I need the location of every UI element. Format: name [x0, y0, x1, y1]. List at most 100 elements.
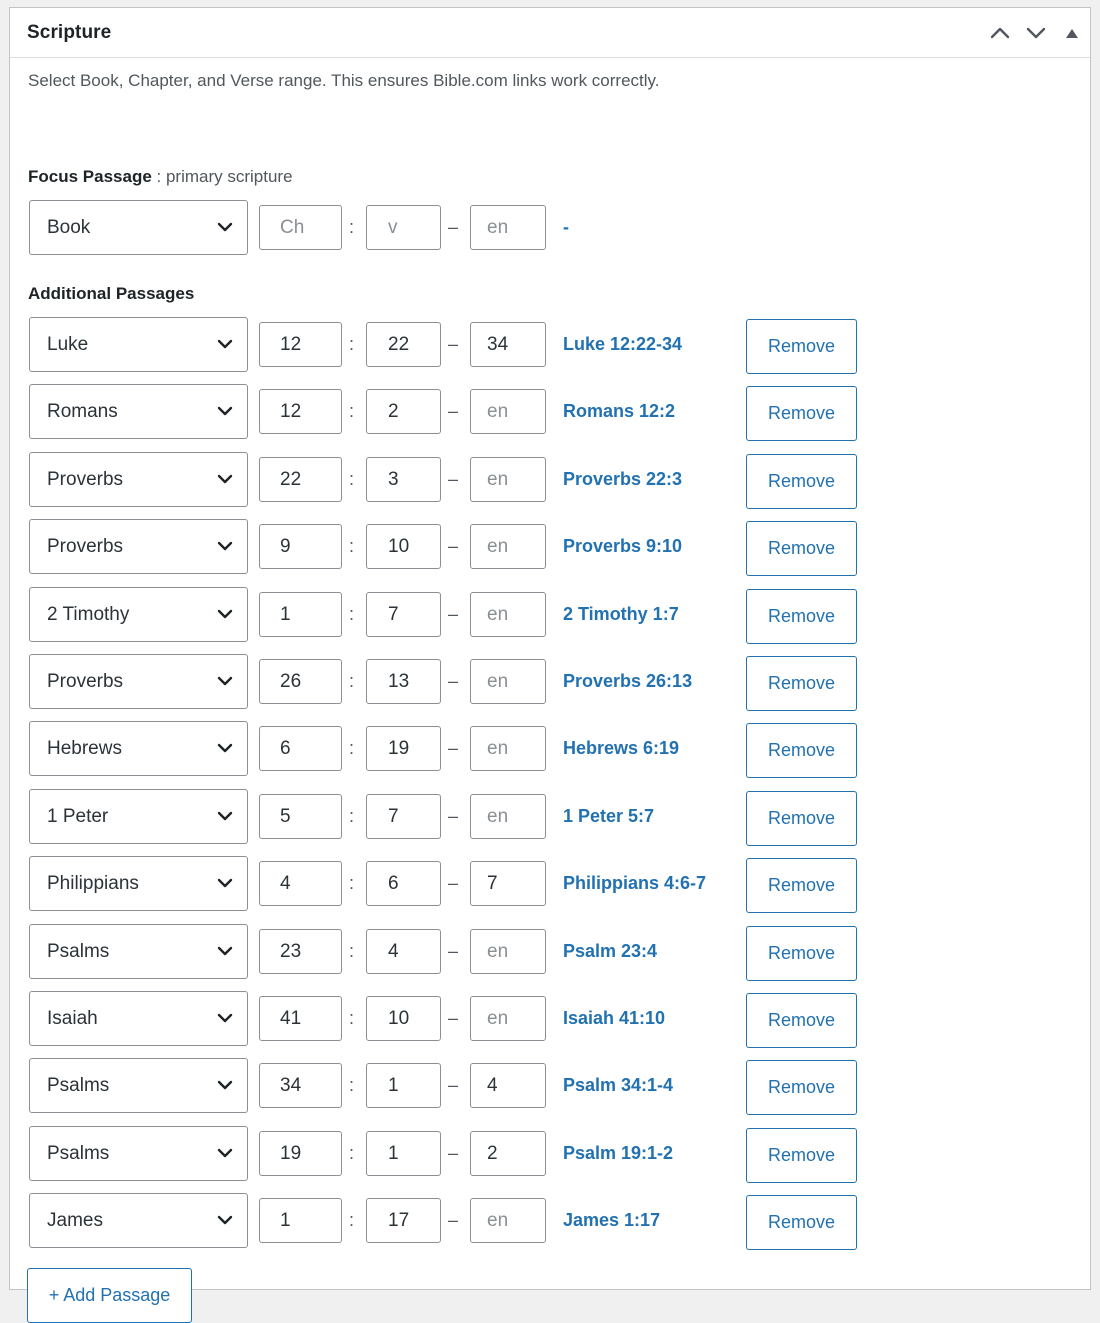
- remove-passage-button[interactable]: Remove: [746, 386, 857, 441]
- verse-end-input[interactable]: en: [470, 929, 546, 974]
- bible-link[interactable]: 1 Peter 5:7: [563, 794, 654, 839]
- verse-end-input[interactable]: en: [470, 659, 546, 704]
- verse-end-input[interactable]: en: [470, 524, 546, 569]
- bible-link[interactable]: Hebrews 6:19: [563, 726, 679, 771]
- chapter-input[interactable]: 9: [259, 524, 342, 569]
- verse-end-input[interactable]: en: [470, 726, 546, 771]
- verse-input[interactable]: 13: [366, 659, 441, 704]
- move-down-button[interactable]: [1018, 8, 1054, 58]
- bible-link[interactable]: Proverbs 26:13: [563, 659, 692, 704]
- colon-separator: :: [349, 1075, 355, 1095]
- verse-input[interactable]: 1: [366, 1063, 441, 1108]
- verse-input[interactable]: 17: [366, 1198, 441, 1243]
- bible-link[interactable]: Psalm 23:4: [563, 929, 657, 974]
- bible-link[interactable]: Proverbs 22:3: [563, 457, 682, 502]
- remove-passage-button[interactable]: Remove: [746, 656, 857, 711]
- book-select[interactable]: Psalms: [29, 924, 248, 979]
- verse-end-input[interactable]: en: [470, 389, 546, 434]
- colon-separator: :: [349, 1210, 355, 1230]
- book-select[interactable]: Psalms: [29, 1126, 248, 1181]
- chapter-input[interactable]: 19: [259, 1131, 342, 1176]
- verse-input[interactable]: 22: [366, 322, 441, 367]
- verse-end-input[interactable]: 2: [470, 1131, 546, 1176]
- chapter-input[interactable]: 4: [259, 861, 342, 906]
- add-passage-button[interactable]: + Add Passage: [27, 1268, 192, 1323]
- bible-link[interactable]: Luke 12:22-34: [563, 322, 682, 367]
- chapter-input[interactable]: 1: [259, 592, 342, 637]
- verse-input[interactable]: 19: [366, 726, 441, 771]
- bible-link[interactable]: Psalm 19:1-2: [563, 1131, 673, 1176]
- move-up-button[interactable]: [982, 8, 1018, 58]
- bible-link[interactable]: James 1:17: [563, 1198, 660, 1243]
- verse-input[interactable]: 7: [366, 592, 441, 637]
- chapter-value: 41: [280, 1007, 302, 1029]
- verse-input[interactable]: 10: [366, 524, 441, 569]
- verse-end-input[interactable]: en: [470, 794, 546, 839]
- verse-end-input[interactable]: 4: [470, 1063, 546, 1108]
- book-select[interactable]: 1 Peter: [29, 789, 248, 844]
- verse-input[interactable]: 7: [366, 794, 441, 839]
- verse-end-placeholder: en: [487, 670, 509, 692]
- verse-input[interactable]: 10: [366, 996, 441, 1041]
- bible-link[interactable]: Proverbs 9:10: [563, 524, 682, 569]
- chapter-input[interactable]: 34: [259, 1063, 342, 1108]
- remove-passage-button[interactable]: Remove: [746, 521, 857, 576]
- toggle-panel-button[interactable]: [1054, 8, 1090, 58]
- verse-end-input[interactable]: 34: [470, 322, 546, 367]
- verse-input[interactable]: 3: [366, 457, 441, 502]
- bible-link[interactable]: Philippians 4:6-7: [563, 861, 706, 906]
- chapter-input[interactable]: 12: [259, 322, 342, 367]
- chapter-input[interactable]: 26: [259, 659, 342, 704]
- book-select[interactable]: Psalms: [29, 1058, 248, 1113]
- focus-verse-input[interactable]: v: [366, 205, 441, 250]
- focus-book-select[interactable]: Book: [29, 200, 248, 255]
- verse-input[interactable]: 6: [366, 861, 441, 906]
- focus-verse-end-input[interactable]: en: [470, 205, 546, 250]
- dash-separator: –: [448, 941, 459, 961]
- remove-passage-button[interactable]: Remove: [746, 589, 857, 644]
- chapter-input[interactable]: 41: [259, 996, 342, 1041]
- verse-end-input[interactable]: 7: [470, 861, 546, 906]
- verse-input[interactable]: 2: [366, 389, 441, 434]
- focus-passage-row: Book Ch : v – en -: [29, 200, 859, 255]
- book-select[interactable]: Philippians: [29, 856, 248, 911]
- book-select[interactable]: James: [29, 1193, 248, 1248]
- verse-end-input[interactable]: en: [470, 1198, 546, 1243]
- book-select[interactable]: Isaiah: [29, 991, 248, 1046]
- chapter-input[interactable]: 22: [259, 457, 342, 502]
- focus-bible-link[interactable]: -: [563, 205, 569, 250]
- chapter-input[interactable]: 12: [259, 389, 342, 434]
- verse-end-input[interactable]: en: [470, 996, 546, 1041]
- verse-input[interactable]: 1: [366, 1131, 441, 1176]
- chapter-input[interactable]: 5: [259, 794, 342, 839]
- chapter-input[interactable]: 6: [259, 726, 342, 771]
- verse-end-input[interactable]: en: [470, 457, 546, 502]
- book-select[interactable]: Hebrews: [29, 721, 248, 776]
- book-select[interactable]: Luke: [29, 317, 248, 372]
- remove-passage-button[interactable]: Remove: [746, 454, 857, 509]
- focus-chapter-input[interactable]: Ch: [259, 205, 342, 250]
- bible-link[interactable]: Isaiah 41:10: [563, 996, 665, 1041]
- chapter-input[interactable]: 23: [259, 929, 342, 974]
- colon-separator: :: [349, 217, 355, 237]
- remove-passage-button[interactable]: Remove: [746, 858, 857, 913]
- remove-passage-button[interactable]: Remove: [746, 319, 857, 374]
- remove-passage-button[interactable]: Remove: [746, 993, 857, 1048]
- bible-link[interactable]: 2 Timothy 1:7: [563, 592, 679, 637]
- bible-link[interactable]: Romans 12:2: [563, 389, 675, 434]
- remove-passage-button[interactable]: Remove: [746, 926, 857, 981]
- remove-passage-button[interactable]: Remove: [746, 723, 857, 778]
- book-select[interactable]: Proverbs: [29, 519, 248, 574]
- remove-passage-button[interactable]: Remove: [746, 1060, 857, 1115]
- book-select[interactable]: Proverbs: [29, 452, 248, 507]
- book-select[interactable]: 2 Timothy: [29, 587, 248, 642]
- book-select[interactable]: Romans: [29, 384, 248, 439]
- verse-end-input[interactable]: en: [470, 592, 546, 637]
- remove-passage-button[interactable]: Remove: [746, 1128, 857, 1183]
- verse-input[interactable]: 4: [366, 929, 441, 974]
- remove-passage-button[interactable]: Remove: [746, 791, 857, 846]
- chapter-input[interactable]: 1: [259, 1198, 342, 1243]
- book-select[interactable]: Proverbs: [29, 654, 248, 709]
- remove-passage-button[interactable]: Remove: [746, 1195, 857, 1250]
- bible-link[interactable]: Psalm 34:1-4: [563, 1063, 673, 1108]
